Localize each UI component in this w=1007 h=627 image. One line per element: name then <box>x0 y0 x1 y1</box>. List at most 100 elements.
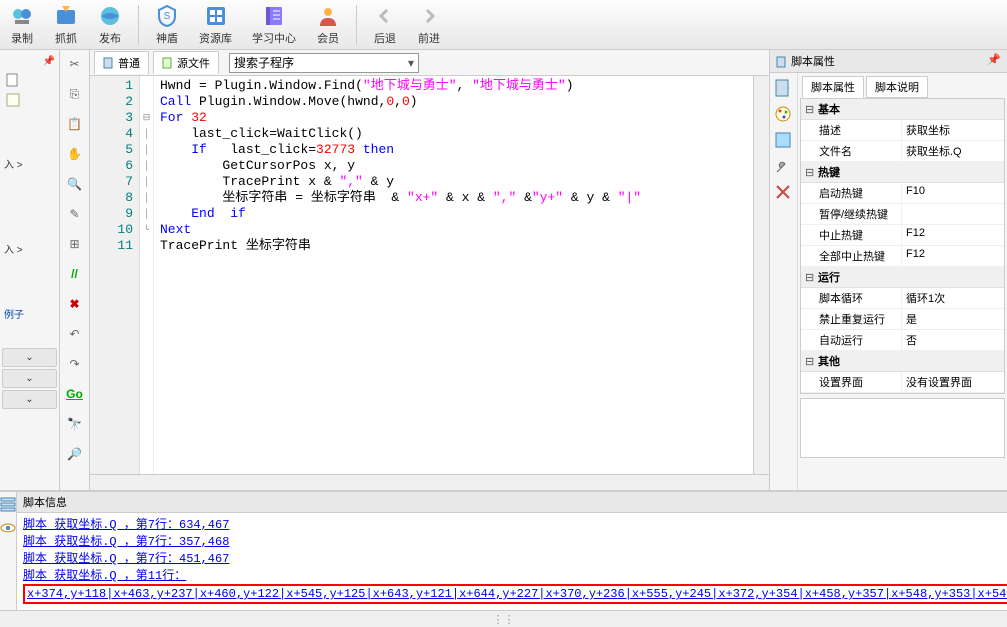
split-icon[interactable]: // <box>65 264 85 284</box>
prop-row[interactable]: 启动热键F10 <box>801 183 1004 204</box>
note-icon <box>6 93 20 107</box>
info-coords-line[interactable]: x+374,y+118|x+463,y+237|x+460,y+122|x+54… <box>27 587 1007 601</box>
go-icon[interactable]: Go <box>65 384 85 404</box>
props-tabs: 脚本属性 脚本说明 <box>798 73 1007 98</box>
info-line[interactable]: 脚本 获取坐标.Q ，第7行：634,467 <box>23 515 1007 532</box>
info-title: 脚本信息 <box>23 494 67 510</box>
prop-row[interactable]: 文件名获取坐标.Q <box>801 141 1004 162</box>
forward-icon <box>417 4 441 28</box>
main-toolbar: 录制 抓抓 发布 S 神盾 资源库 学习中心 会员 后退 前进 <box>0 0 1007 50</box>
tab-script-desc[interactable]: 脚本说明 <box>866 76 928 98</box>
section-run[interactable]: ⊟运行 <box>801 267 1004 288</box>
dropdown-icon: ▾ <box>408 56 414 70</box>
publish-button[interactable]: 发布 <box>92 2 128 48</box>
nav-icon[interactable]: ⊞ <box>65 234 85 254</box>
zoom-icon[interactable]: 🔍 <box>65 174 85 194</box>
member-label: 会员 <box>317 30 339 46</box>
forward-button[interactable]: 前进 <box>411 2 447 48</box>
back-button[interactable]: 后退 <box>367 2 403 48</box>
script-info-panel: 脚本信息 ✖ 脚本 获取坐标.Q ，第7行：634,467 脚本 获取坐标.Q … <box>0 490 1007 610</box>
wrench-icon[interactable] <box>774 157 792 175</box>
insert-item[interactable]: 入 > <box>2 238 57 259</box>
search-combo[interactable]: 搜索子程序 ▾ <box>229 53 419 73</box>
toolbar-separator <box>356 5 357 45</box>
learn-button[interactable]: 学习中心 <box>246 2 302 48</box>
example-link[interactable]: 例子 <box>2 303 57 324</box>
pin-icon[interactable]: 📌 <box>2 54 57 69</box>
tab-script-props[interactable]: 脚本属性 <box>802 76 864 98</box>
paste-icon[interactable]: 📋 <box>65 114 85 134</box>
reslib-icon <box>204 4 228 28</box>
insert-item[interactable]: 入 > <box>2 153 57 174</box>
copy-icon[interactable]: ⎘ <box>65 84 85 104</box>
shield-button[interactable]: S 神盾 <box>149 2 185 48</box>
shield-label: 神盾 <box>156 30 178 46</box>
prop-row[interactable]: 全部中止热键F12 <box>801 246 1004 267</box>
section-hotkey[interactable]: ⊟热键 <box>801 162 1004 183</box>
doc-icon <box>103 57 115 69</box>
unsplit-icon[interactable]: ✖ <box>65 294 85 314</box>
status-bar: ⋮⋮ <box>0 610 1007 627</box>
publish-label: 发布 <box>99 30 121 46</box>
tab-source[interactable]: 源文件 <box>153 51 219 74</box>
annotate-icon[interactable]: ✎ <box>65 204 85 224</box>
info-side-icons <box>0 492 17 610</box>
search-placeholder: 搜索子程序 <box>234 54 294 71</box>
props-header: 脚本属性 📌 <box>770 50 1007 73</box>
vertical-scrollbar[interactable] <box>753 76 769 474</box>
prop-row[interactable]: 描述获取坐标 <box>801 120 1004 141</box>
down-chevron[interactable]: ⌄ <box>2 369 57 388</box>
left-panel: 📌 入 > 入 > 例子 ⌄ ⌄ ⌄ <box>0 50 60 490</box>
puzzle-icon[interactable] <box>774 131 792 149</box>
toolbar-separator <box>138 5 139 45</box>
vertical-toolstrip: ✂ ⎘ 📋 ✋ 🔍 ✎ ⊞ // ✖ ↶ ↷ Go 🔭 🔎 <box>60 50 90 490</box>
tools-icon[interactable] <box>774 183 792 201</box>
cut-icon[interactable]: ✂ <box>65 54 85 74</box>
section-basic[interactable]: ⊟基本 <box>801 99 1004 120</box>
record-label: 录制 <box>11 30 33 46</box>
code-text[interactable]: Hwnd = Plugin.Window.Find("地下城与勇士", "地下城… <box>154 76 753 474</box>
prop-row[interactable]: 暂停/继续热键 <box>801 204 1004 225</box>
eye-icon[interactable] <box>0 520 16 536</box>
reslib-label: 资源库 <box>199 30 232 46</box>
prop-row[interactable]: 脚本循环循环1次 <box>801 288 1004 309</box>
editor-column: 普通 源文件 搜索子程序 ▾ 1234567891011 ⊟││││││└ Hw… <box>90 50 769 490</box>
fold-column: ⊟││││││└ <box>140 76 154 474</box>
record-button[interactable]: 录制 <box>4 2 40 48</box>
binoculars-icon[interactable]: 🔭 <box>65 414 85 434</box>
prop-row[interactable]: 禁止重复运行是 <box>801 309 1004 330</box>
prop-row[interactable]: 自动运行否 <box>801 330 1004 351</box>
horizontal-scrollbar[interactable] <box>90 474 769 490</box>
find-icon[interactable]: 🔎 <box>65 444 85 464</box>
grab-icon <box>54 4 78 28</box>
down-chevron[interactable]: ⌄ <box>2 348 57 367</box>
src-icon <box>162 57 174 69</box>
prop-row[interactable]: 设置界面没有设置界面 <box>801 372 1004 393</box>
member-button[interactable]: 会员 <box>310 2 346 48</box>
undo-icon[interactable]: ↶ <box>65 324 85 344</box>
info-line[interactable]: 脚本 获取坐标.Q ，第7行：357,468 <box>23 532 1007 549</box>
info-line[interactable]: 脚本 获取坐标.Q ，第11行： <box>23 566 1007 583</box>
main-area: 📌 入 > 入 > 例子 ⌄ ⌄ ⌄ ✂ ⎘ 📋 ✋ 🔍 ✎ ⊞ // ✖ ↶ … <box>0 50 1007 490</box>
prop-row[interactable]: 中止热键F12 <box>801 225 1004 246</box>
hand-icon[interactable]: ✋ <box>65 144 85 164</box>
member-icon <box>316 4 340 28</box>
redo-icon[interactable]: ↷ <box>65 354 85 374</box>
doc-icon <box>776 56 788 68</box>
down-chevron[interactable]: ⌄ <box>2 390 57 409</box>
doc-icon[interactable] <box>774 79 792 97</box>
tab-normal[interactable]: 普通 <box>94 51 149 74</box>
reslib-button[interactable]: 资源库 <box>193 2 238 48</box>
list-icon[interactable] <box>0 496 16 512</box>
code-editor[interactable]: 1234567891011 ⊟││││││└ Hwnd = Plugin.Win… <box>90 76 769 474</box>
info-highlight-box: x+374,y+118|x+463,y+237|x+460,y+122|x+54… <box>23 584 1007 604</box>
palette-icon[interactable] <box>774 105 792 123</box>
forward-label: 前进 <box>418 30 440 46</box>
pin-icon[interactable]: 📌 <box>987 53 1001 69</box>
section-other[interactable]: ⊟其他 <box>801 351 1004 372</box>
grab-button[interactable]: 抓抓 <box>48 2 84 48</box>
back-icon <box>373 4 397 28</box>
svg-text:S: S <box>164 11 171 22</box>
props-side-icons <box>770 73 798 490</box>
info-line[interactable]: 脚本 获取坐标.Q ，第7行：451,467 <box>23 549 1007 566</box>
